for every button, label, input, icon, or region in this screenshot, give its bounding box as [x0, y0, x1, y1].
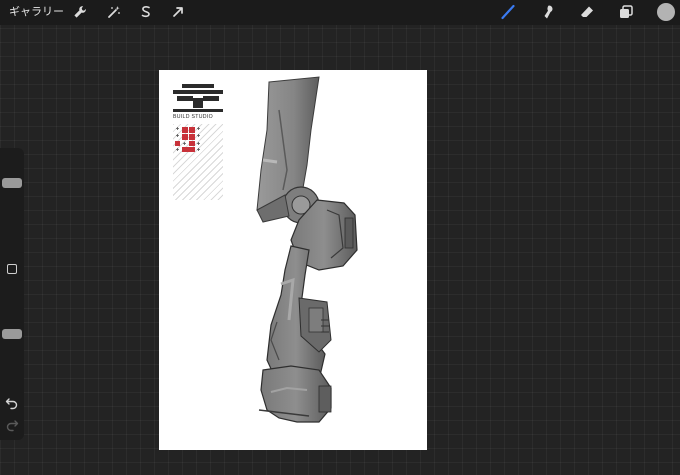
left-sidebar [0, 148, 24, 440]
gallery-button[interactable]: ギャラリー [9, 5, 64, 19]
brush-size-handle[interactable] [2, 178, 22, 188]
brush-icon[interactable] [500, 4, 516, 20]
opacity-handle[interactable] [2, 329, 22, 339]
transform-arrow-icon[interactable] [170, 4, 186, 20]
brush-size-slider[interactable] [0, 156, 24, 252]
opacity-slider[interactable] [0, 286, 24, 382]
redo-icon[interactable] [5, 418, 19, 432]
mech-leg-drawing [256, 76, 358, 423]
layers-icon[interactable] [618, 4, 634, 20]
smudge-icon[interactable] [540, 4, 556, 20]
color-picker-button[interactable] [657, 3, 675, 21]
eraser-icon[interactable] [579, 4, 595, 20]
undo-icon[interactable] [5, 396, 19, 410]
modify-square-icon[interactable] [7, 264, 17, 274]
top-toolbar: ギャラリー [0, 0, 680, 25]
drawing-canvas[interactable]: BUILD STUDIO [159, 70, 427, 450]
magic-wand-icon[interactable] [106, 4, 122, 20]
wrench-icon[interactable] [72, 4, 88, 20]
selection-icon[interactable] [138, 4, 154, 20]
